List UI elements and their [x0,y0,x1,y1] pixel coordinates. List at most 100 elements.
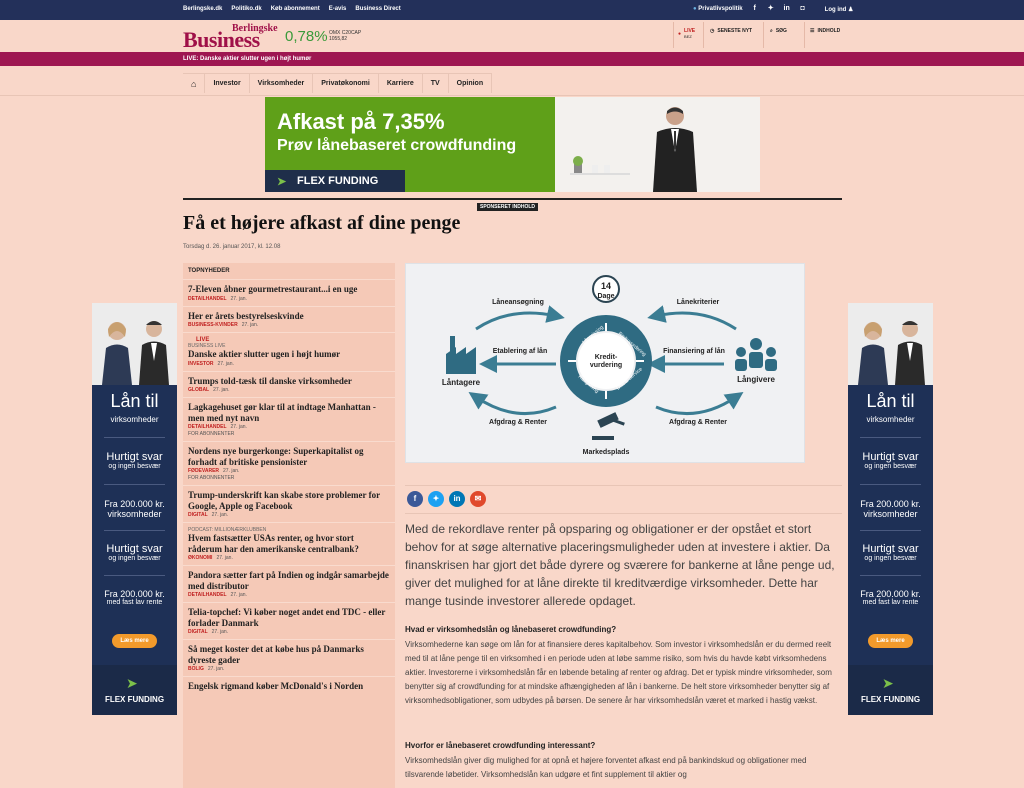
top-news-item[interactable]: Engelsk rigmand køber McDonald's i Norde… [183,676,395,696]
top-news-category: DIGITAL [188,512,208,518]
arrow-repayment-left [468,391,557,416]
clock-icon: ◷ [710,28,715,34]
top-news-title[interactable]: Engelsk rigmand køber McDonald's i Norde… [188,681,390,692]
ad-people-image [848,303,933,385]
facebook-share-icon[interactable]: f [407,491,423,507]
top-news-title[interactable]: Danske aktier slutter ugen i højt humør [188,349,390,360]
label-repayment-right: Afgdrag & Renter [669,419,727,426]
menu-label: INDHOLD [817,28,841,34]
home-icon[interactable]: ⌂ [183,74,206,93]
side-ad-right[interactable]: Lån til virksomheder Hurtigt svar og inge… [848,303,933,715]
ad-subheadline: virksomheder [110,415,159,424]
live-ticker-bar[interactable]: LIVE: Danske aktier slutter ugen i højt … [0,52,1024,66]
top-news-title[interactable]: Pandora sætter fart på Indien og indgår … [188,570,390,591]
search-label: SØG [775,28,787,34]
share-rule-bottom [405,513,842,514]
article-lead: Med de rekordlave renter på opsparing og… [405,522,835,608]
ad-read-more-button[interactable]: Læs mere [112,634,157,648]
nav-privatokonomi[interactable]: Privatøkonomi [313,74,379,93]
top-news-meta: INVESTOR 27. jan. [188,361,390,367]
nav-opinion[interactable]: Opinion [449,74,493,93]
top-news-date: 27. jan. [230,424,247,430]
top-news-date: 27. jan. [241,322,259,328]
top-news-item[interactable]: LIVE BUSINESS LIVE Danske aktier slutter u… [183,332,395,371]
top-news-item[interactable]: Telia-topchef: Vi køber noget andet end … [183,602,395,639]
top-news-title[interactable]: Trump-underskrift kan skabe store proble… [188,490,390,511]
login-label: Log ind [824,6,847,13]
privacy-link[interactable]: ● Privatlivspolitik [693,6,743,12]
twitter-share-icon[interactable]: ✦ [428,491,444,507]
top-news-title[interactable]: Hvem fastsætter USAs renter, og hvor sto… [188,533,390,554]
top-news-item[interactable]: Lagkagehuset gør klar til at indtage Man… [183,397,395,441]
search-button[interactable]: ⌕ SØG [770,28,787,34]
top-news-item[interactable]: PODCAST: MILLIONÆRKLUBBEN Hvem fastsætter… [183,522,395,565]
linkedin-share-icon[interactable]: in [449,491,465,507]
top-news-meta: DIGITAL 27. jan. [188,629,390,635]
flex-funding-logo-icon: ➤ [882,675,894,691]
instagram-icon[interactable]: ◘ [799,5,807,13]
facebook-icon[interactable]: f [751,5,759,13]
ad-block-2: Fra 200.000 kr. virksomheder [92,499,177,519]
nav-virksomheder[interactable]: Virksomheder [250,74,314,93]
top-news-item[interactable]: Nordens nye burgerkonge: Superkapitalist… [183,441,395,485]
top-news-item[interactable]: 7-Eleven åbner gourmetrestaurant...i en … [183,279,395,306]
nav-karriere[interactable]: Karriere [379,74,423,93]
top-news-category: DETAILHANDEL [188,424,227,430]
top-news-title[interactable]: Så meget koster det at købe hus på Danma… [188,644,390,665]
ad-block-3-title: Hurtigt svar [862,543,919,555]
top-news-title[interactable]: 7-Eleven åbner gourmetrestaurant...i en … [188,284,390,295]
login-link[interactable]: Log ind ♟ [825,6,854,13]
live-sub: BEZ [684,34,692,39]
topbar-link-politiko[interactable]: Politiko.dk [231,6,261,12]
twitter-icon[interactable]: ✦ [767,5,775,13]
ad-headline: Lån til [866,391,915,411]
top-news-item[interactable]: Her er årets bestyrelseskvinde BUSINESS-K… [183,305,395,333]
nav-tv[interactable]: TV [423,74,449,93]
index-points: 1055,82 [329,36,348,42]
top-news-panel: TOPNYHEDER 7-Eleven åbner gourmetrestaur… [183,263,395,788]
topbar-link-eavis[interactable]: E-avis [329,6,347,12]
top-news-item[interactable]: Trump-underskrift kan skabe store proble… [183,485,395,522]
drop-icon: ● [693,6,697,12]
top-news-item[interactable]: Pandora sætter fart på Indien og indgår … [183,565,395,602]
topbar-link-berlingske[interactable]: Berlingske.dk [183,6,222,12]
ad-block-4-text: med fast lav rente [106,599,163,606]
top-news-date: 27. jan. [211,512,229,518]
top-news-title[interactable]: Telia-topchef: Vi køber noget andet end … [188,607,390,628]
banner-ad[interactable]: Afkast på 7,35% Prøv lånebaseret crowdfu… [265,97,760,192]
top-news-item[interactable]: Så meget koster det at købe hus på Danma… [183,639,395,676]
top-news-category: BOLIG [188,666,204,672]
top-news-title[interactable]: Her er årets bestyrelseskvinde [188,311,390,322]
top-news-title[interactable]: Lagkagehuset gør klar til at indtage Man… [188,402,390,423]
topbar-links: Berlingske.dk Politiko.dk Køb abonnement… [183,6,401,12]
ad-block-1: Hurtigt svar og ingen besvær [92,451,177,470]
latest-label: SENESTE NYT [717,28,753,34]
email-share-icon[interactable]: ✉ [470,491,486,507]
ad-block-2: Fra 200.000 kr. virksomheder [848,499,933,519]
ad-block-2-text: virksomheder [863,509,918,519]
logo-business[interactable]: Business [183,27,260,53]
menu-button[interactable]: ☰ INDHOLD [810,28,840,34]
nav-investor[interactable]: Investor [205,74,250,93]
nav-rule [0,95,1024,96]
top-news-item[interactable]: Trumps told-tæsk til danske virksomheder… [183,370,395,398]
live-dot-icon: ● [678,31,682,37]
latest-news-button[interactable]: ◷ SENESTE NYT [710,28,752,34]
header-divider [804,22,805,48]
top-news-meta: DETAILHANDEL 27. jan. [188,424,390,430]
index-name: OMX C20CAP 1055,82 [329,30,361,42]
top-news-title[interactable]: Trumps told-tæsk til danske virksomheder [188,376,390,387]
top-news-title[interactable]: Nordens nye burgerkonge: Superkapitalist… [188,446,390,467]
ad-block-1-text: og ingen besvær [108,463,161,470]
live-button[interactable]: ● LIVE BEZ [678,28,695,40]
topbar-link-business-direct[interactable]: Business Direct [355,6,400,12]
topbar-link-subscribe[interactable]: Køb abonnement [271,6,320,12]
label-lenders: Långivere [737,375,775,384]
ad-read-more-button[interactable]: Læs mere [868,634,913,648]
credit-label-2: vurdering [590,362,622,369]
top-news-meta: GLOBAL 27. jan. [188,387,390,393]
side-ad-left[interactable]: Lån til virksomheder Hurtigt svar og inge… [92,303,177,715]
linkedin-icon[interactable]: in [783,5,791,13]
arrow-repayment-right [655,391,744,416]
diagram-svg: 14 Dage Kredit- vurdering Lånprissing Ri… [442,275,777,456]
